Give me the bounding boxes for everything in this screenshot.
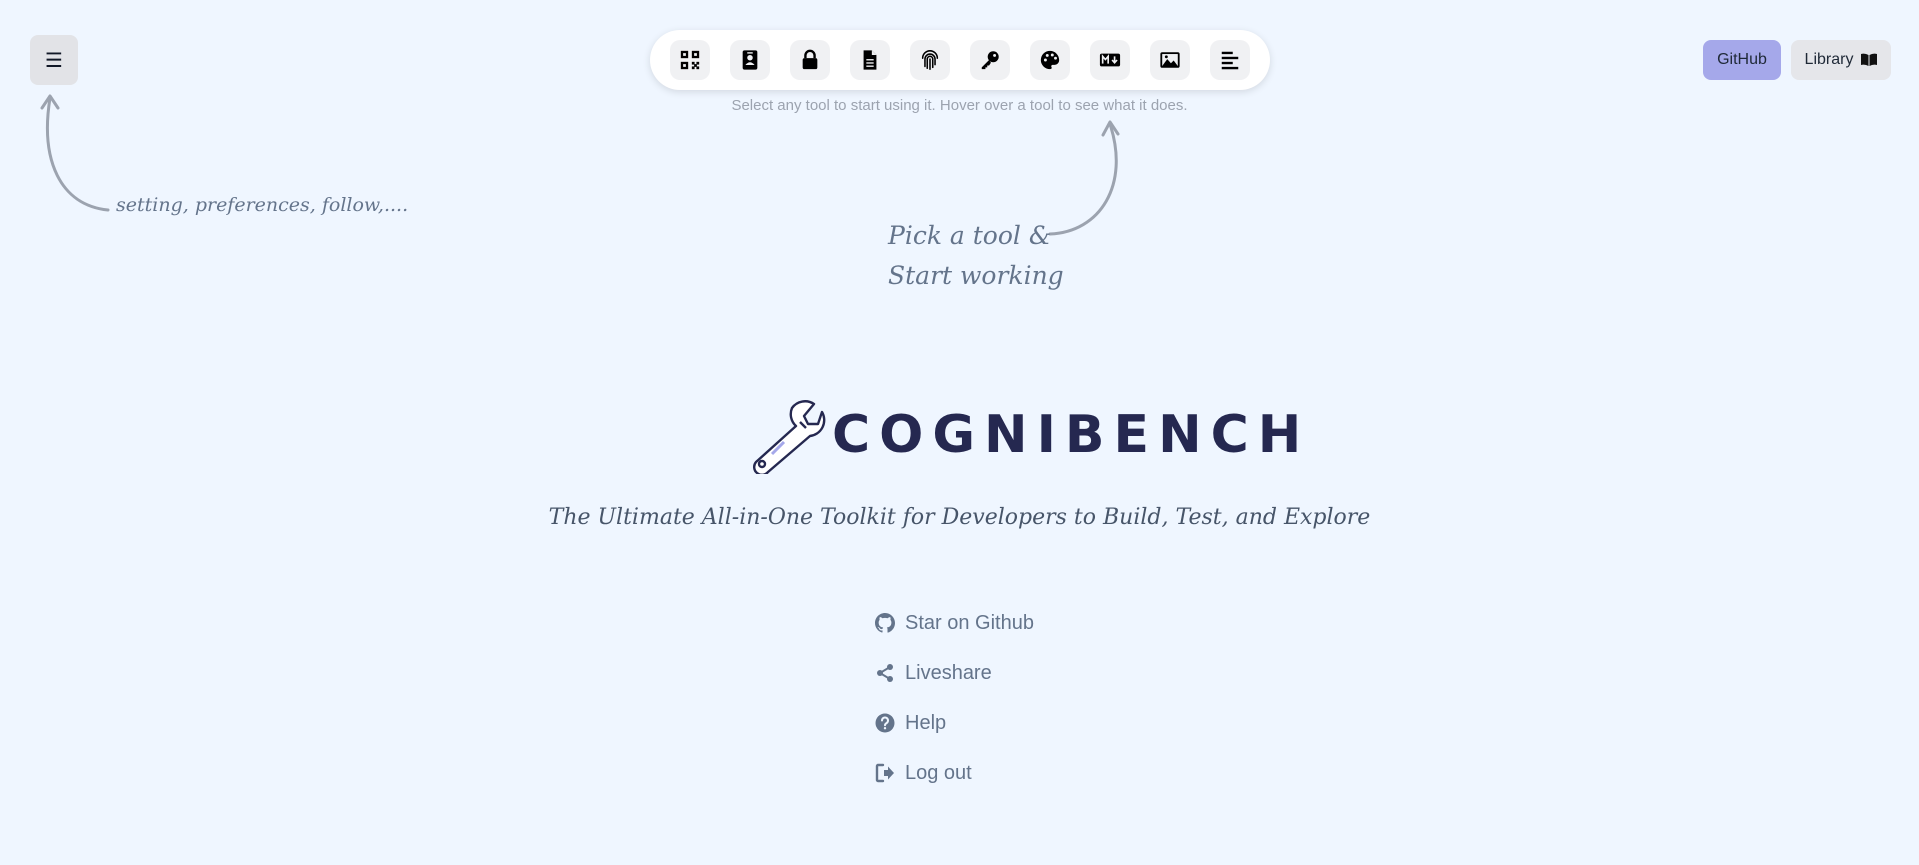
link-log-out[interactable]: Log out — [875, 748, 1034, 798]
pick-tool-annotation: Pick a tool & Start working — [888, 216, 1064, 296]
wrench-icon — [753, 400, 826, 474]
link-label: Liveshare — [905, 661, 992, 684]
pick-tool-line-2: Start working — [888, 261, 1064, 290]
github-icon — [875, 613, 895, 633]
link-label: Star on Github — [905, 611, 1034, 634]
pick-tool-line-1: Pick a tool & — [888, 221, 1052, 250]
settings-annotation: setting, preferences, follow,.... — [116, 194, 409, 216]
link-label: Log out — [905, 761, 972, 784]
link-help[interactable]: Help — [875, 698, 1034, 748]
link-star-on-github[interactable]: Star on Github — [875, 598, 1034, 648]
share-icon — [877, 664, 893, 682]
link-liveshare[interactable]: Liveshare — [875, 648, 1034, 698]
brand-tagline: The Ultimate All-in-One Toolkit for Deve… — [548, 505, 1371, 530]
brand-name: COGNIBENCH — [832, 405, 1311, 465]
footer-links: Star on Github Liveshare Help Log out — [875, 598, 1034, 798]
page: ☰ Select any tool to start using it. Hov… — [0, 0, 1919, 865]
link-label: Help — [905, 711, 947, 734]
logout-icon — [875, 763, 894, 783]
question-circle-icon — [875, 713, 895, 733]
brand-logo: COGNIBENCH — [748, 395, 1310, 475]
